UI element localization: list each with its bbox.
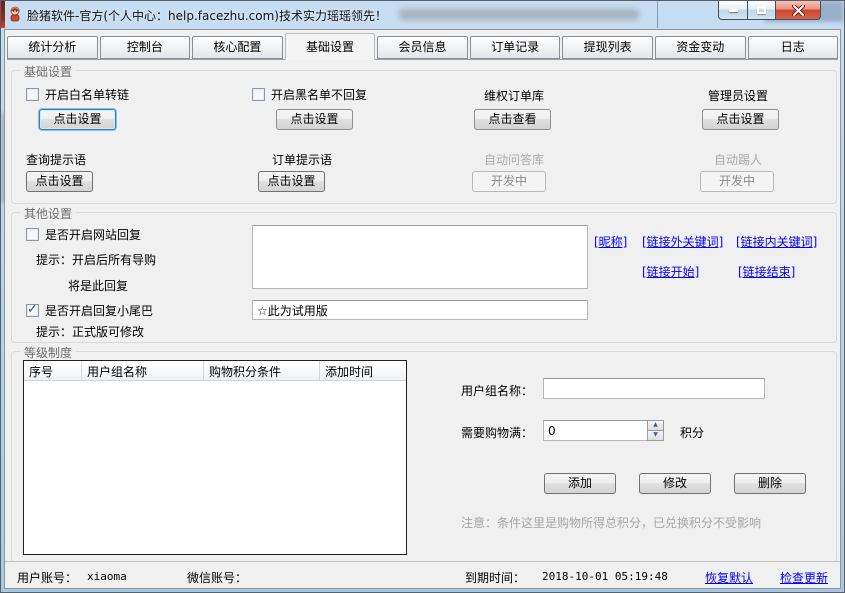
group-level-system: 等级制度 序号 用户组名称 购物积分条件 添加时间 用户组名称： 需要购物满： …: [11, 344, 837, 563]
tab-order-records[interactable]: 订单记录: [469, 36, 561, 59]
spinner-down-icon: ▼: [653, 431, 658, 438]
tail-checkbox[interactable]: ✓: [26, 302, 39, 317]
check-update-link[interactable]: 检查更新: [780, 569, 828, 586]
rights-orders-label: 维权订单库: [484, 89, 545, 103]
tab-fund-changes[interactable]: 资金变动: [654, 36, 746, 59]
spinner-down-button[interactable]: ▼: [647, 430, 664, 441]
auto-kick-label: 自动踢人: [714, 153, 763, 167]
whitelist-checkbox-row: 开启白名单转链: [26, 86, 129, 103]
whitelist-label: 开启白名单转链: [45, 88, 130, 102]
order-tip-label: 订单提示语: [272, 153, 333, 167]
tail-label: 是否开启回复小尾巴: [45, 304, 154, 318]
modify-button[interactable]: 修改: [639, 473, 711, 494]
group-basic-title: 基础设置: [20, 63, 77, 80]
tab-withdraw-list[interactable]: 提现列表: [562, 36, 653, 59]
status-bar: 用户账号： xiaoma 微信账号： 到期时间： 2018-10-01 05:1…: [5, 561, 840, 588]
auto-qa-label: 自动问答库: [484, 153, 545, 167]
background-window-sliver: [1, 1, 5, 28]
column-header-index[interactable]: 序号: [24, 361, 82, 380]
expire-label: 到期时间：: [465, 571, 526, 585]
tab-member-info[interactable]: 会员信息: [377, 36, 468, 59]
level-table-header: 序号 用户组名称 购物积分条件 添加时间: [24, 361, 406, 381]
auto-kick-button: 开发中: [700, 171, 774, 192]
app-icon: [10, 6, 20, 22]
minimize-button[interactable]: [718, 1, 748, 20]
delete-button[interactable]: 删除: [734, 473, 806, 494]
group-name-label: 用户组名称：: [461, 384, 534, 398]
blacklist-label: 开启黑名单不回复: [271, 88, 368, 102]
spinner-up-button[interactable]: ▲: [647, 420, 664, 430]
tail-text-input[interactable]: [252, 300, 588, 320]
points-required-input[interactable]: [543, 420, 664, 441]
tail-checkbox-row: ✓ 是否开启回复小尾巴: [26, 302, 153, 319]
tab-log[interactable]: 日志: [747, 36, 839, 59]
query-tip-settings-button[interactable]: 点击设置: [26, 171, 93, 192]
site-reply-checkbox-row: 是否开启网站回复: [26, 226, 141, 243]
tab-core-config[interactable]: 核心配置: [192, 36, 283, 59]
close-button[interactable]: [776, 1, 821, 20]
points-unit-label: 积分: [680, 426, 705, 440]
blacklist-checkbox[interactable]: [252, 88, 265, 101]
add-button[interactable]: 添加: [544, 473, 616, 494]
query-tip-label: 查询提示语: [26, 153, 87, 167]
column-header-add-time[interactable]: 添加时间: [320, 361, 406, 380]
spinner-up-icon: ▲: [653, 421, 658, 428]
group-name-input[interactable]: [543, 378, 765, 399]
auto-qa-button: 开发中: [472, 171, 546, 192]
tab-statistics[interactable]: 统计分析: [7, 36, 98, 59]
group-other-settings: 其他设置 是否开启网站回复 提示：开启后所有导购 将是此回复 [昵称] [链接外…: [11, 205, 837, 343]
admin-settings-label: 管理员设置: [708, 89, 769, 103]
points-required-label: 需要购物满：: [461, 426, 534, 440]
group-level-title: 等级制度: [20, 344, 77, 361]
minimize-icon: [728, 8, 738, 12]
column-header-points-condition[interactable]: 购物积分条件: [204, 361, 320, 380]
expire-value: 2018-10-01 05:19:48: [542, 570, 668, 583]
restore-defaults-link[interactable]: 恢复默认: [705, 569, 753, 586]
tail-tip-label: 提示：正式版可修改: [36, 325, 145, 339]
wechat-label: 微信账号：: [187, 571, 248, 585]
column-header-group-name[interactable]: 用户组名称: [82, 361, 204, 380]
site-reply-label: 是否开启网站回复: [45, 228, 142, 242]
tab-bar: 统计分析 控制台 核心配置 基础设置 会员信息 订单记录 提现列表 资金变动 日…: [7, 33, 839, 60]
blacklist-checkbox-row: 开启黑名单不回复: [252, 86, 367, 103]
order-tip-settings-button[interactable]: 点击设置: [258, 171, 325, 192]
insert-out-keyword-link[interactable]: [链接外关键词]: [642, 233, 723, 250]
site-reply-tip-line1: 提示：开启后所有导购: [36, 253, 157, 267]
window-title: 脸猪软件-官方(个人中心：help.facezhu.com)技术实力瑶瑶领先！: [27, 9, 387, 23]
redacted-title-text: [399, 9, 639, 20]
close-icon: [791, 4, 805, 16]
whitelist-settings-button[interactable]: 点击设置: [39, 109, 116, 130]
window-controls: [718, 1, 821, 20]
blacklist-settings-button[interactable]: 点击设置: [276, 109, 353, 130]
points-spinner: ▲ ▼: [647, 420, 664, 441]
site-reply-tip-line2: 将是此回复: [68, 279, 129, 293]
site-reply-checkbox[interactable]: [26, 228, 39, 241]
tab-basic-settings[interactable]: 基础设置: [284, 33, 376, 60]
group-basic-settings: 基础设置 开启白名单转链 点击设置 开启黑名单不回复 点击设置 维权订单库 点击…: [11, 63, 837, 204]
insert-link-start-link[interactable]: [链接开始]: [642, 263, 699, 280]
rights-orders-view-button[interactable]: 点击查看: [474, 109, 551, 130]
insert-nickname-link[interactable]: [昵称]: [594, 233, 627, 250]
maximize-icon: [757, 6, 766, 14]
account-value: xiaoma: [87, 570, 127, 583]
client-area: 统计分析 控制台 核心配置 基础设置 会员信息 订单记录 提现列表 资金变动 日…: [4, 29, 841, 589]
site-reply-textarea[interactable]: [252, 225, 588, 289]
group-other-title: 其他设置: [20, 205, 77, 222]
insert-link-end-link[interactable]: [链接结束]: [738, 263, 795, 280]
whitelist-checkbox[interactable]: [26, 88, 39, 101]
titlebar-divider: [657, 1, 658, 28]
admin-settings-button[interactable]: 点击设置: [702, 109, 779, 130]
tab-console[interactable]: 控制台: [99, 36, 191, 59]
level-note-label: 注意：条件这里是购物所得总积分，已兑换积分不受影响: [461, 516, 762, 530]
maximize-button[interactable]: [748, 1, 776, 20]
level-table[interactable]: 序号 用户组名称 购物积分条件 添加时间: [23, 360, 407, 555]
app-window: 脸猪软件-官方(个人中心：help.facezhu.com)技术实力瑶瑶领先！ …: [0, 0, 845, 593]
checkmark-icon: ✓: [27, 302, 38, 317]
account-label: 用户账号：: [17, 571, 78, 585]
insert-in-keyword-link[interactable]: [链接内关键词]: [736, 233, 817, 250]
